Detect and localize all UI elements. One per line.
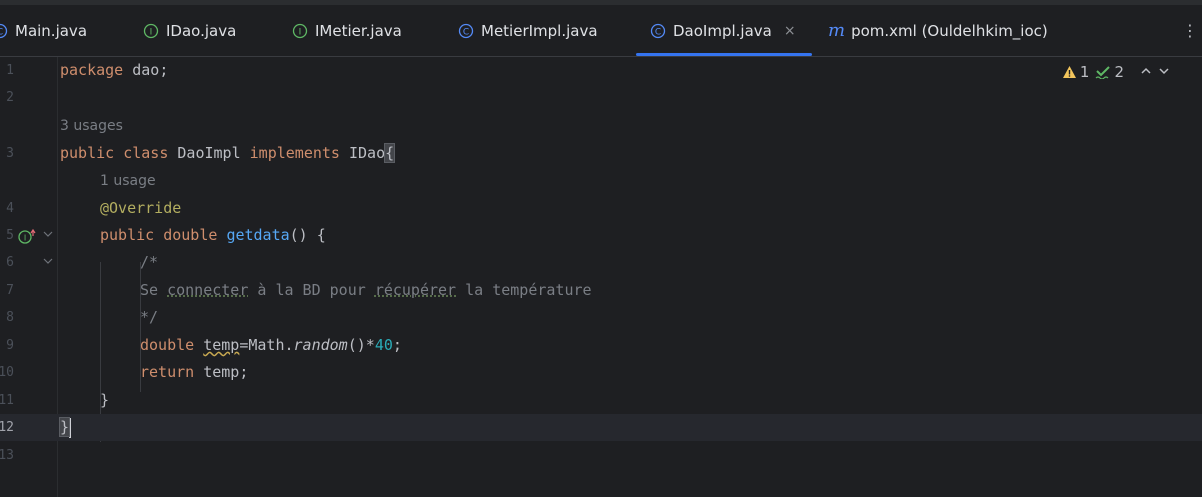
tab-metierimpl-java[interactable]: C MetierImpl.java <box>458 5 598 56</box>
usages-hint[interactable]: 3 usages <box>60 113 123 140</box>
tab-pom-xml[interactable]: m pom.xml (Ouldelhkim_ioc) <box>828 5 1048 56</box>
tab-imetier-java[interactable]: I IMetier.java <box>292 5 402 56</box>
fold-chevron-icon[interactable] <box>43 249 53 276</box>
fold-chevron-icon[interactable] <box>43 222 53 249</box>
tab-daoimpl-java[interactable]: C DaoImpl.java × <box>636 5 812 56</box>
usages-hint[interactable]: 1 usage <box>100 168 156 195</box>
line-number: 7 <box>6 283 14 298</box>
code-line-1[interactable]: 1 package dao; <box>0 57 1202 84</box>
tab-label: MetierImpl.java <box>481 21 598 40</box>
class-c-icon: C <box>650 23 666 39</box>
line-number: 4 <box>6 201 14 216</box>
line-number: 2 <box>6 90 14 105</box>
more-tabs-icon[interactable]: ⋮ <box>1182 21 1198 40</box>
tab-label: IDao.java <box>166 21 237 40</box>
tab-label: Main.java <box>15 21 88 40</box>
active-tab-indicator <box>636 53 812 56</box>
svg-text:C: C <box>0 27 3 37</box>
code-line-3[interactable]: 3 public class DaoImpl implements IDao{ <box>0 140 1202 167</box>
class-c-icon: C <box>458 23 474 39</box>
code-line-2[interactable]: 2 <box>0 84 1202 111</box>
tab-label: pom.xml (Ouldelhkim_ioc) <box>851 21 1048 40</box>
line-number: 13 <box>0 448 14 463</box>
maven-m-icon: m <box>828 20 846 41</box>
editor-tab-bar: C Main.java I IDao.java I IMetier.java C… <box>0 5 1202 57</box>
code-line-13[interactable]: 13 <box>0 442 1202 469</box>
code-line-8[interactable]: 8 */ <box>0 304 1202 331</box>
class-c-icon: C <box>0 23 8 39</box>
line-number: 9 <box>6 338 14 353</box>
matched-brace: { <box>384 143 396 163</box>
line-number: 5 <box>6 228 14 243</box>
code-editor[interactable]: 1 2 1 package dao; 2 3 usages 3 public c… <box>0 57 1202 497</box>
code-line-7[interactable]: 7 Se connecter à la BD pour récupérer la… <box>0 277 1202 304</box>
line-number: 10 <box>0 365 14 380</box>
line-number: 1 <box>6 63 14 78</box>
svg-text:I: I <box>24 234 26 243</box>
tab-idao-java[interactable]: I IDao.java <box>143 5 236 56</box>
code-line-6[interactable]: 6 /* <box>0 249 1202 276</box>
line-number: 6 <box>6 255 14 270</box>
code-line-5[interactable]: 5 I public double getdata() { <box>0 222 1202 249</box>
code-line-4[interactable]: 4 @Override <box>0 195 1202 222</box>
text-cursor <box>69 417 72 438</box>
tab-label: DaoImpl.java <box>673 21 772 40</box>
interface-i-icon: I <box>292 23 308 39</box>
svg-text:I: I <box>299 27 302 37</box>
matched-brace: } <box>58 417 71 437</box>
svg-text:C: C <box>463 27 469 37</box>
interface-i-icon: I <box>143 23 159 39</box>
implements-method-icon[interactable]: I <box>18 228 36 244</box>
line-number: 11 <box>0 393 14 408</box>
code-line-9[interactable]: 9 double temp=Math.random()*40; <box>0 332 1202 359</box>
tab-main-java[interactable]: C Main.java <box>0 5 87 56</box>
code-line-11[interactable]: 11 } <box>0 387 1202 414</box>
code-line-12[interactable]: 12 } <box>0 414 1202 441</box>
svg-text:I: I <box>150 27 153 37</box>
line-number: 8 <box>6 310 14 325</box>
svg-text:C: C <box>655 27 661 37</box>
close-icon[interactable]: × <box>784 23 796 39</box>
line-number: 12 <box>0 420 14 435</box>
code-line-10[interactable]: 10 return temp; <box>0 359 1202 386</box>
tab-label: IMetier.java <box>315 21 402 40</box>
line-number: 3 <box>6 146 14 161</box>
